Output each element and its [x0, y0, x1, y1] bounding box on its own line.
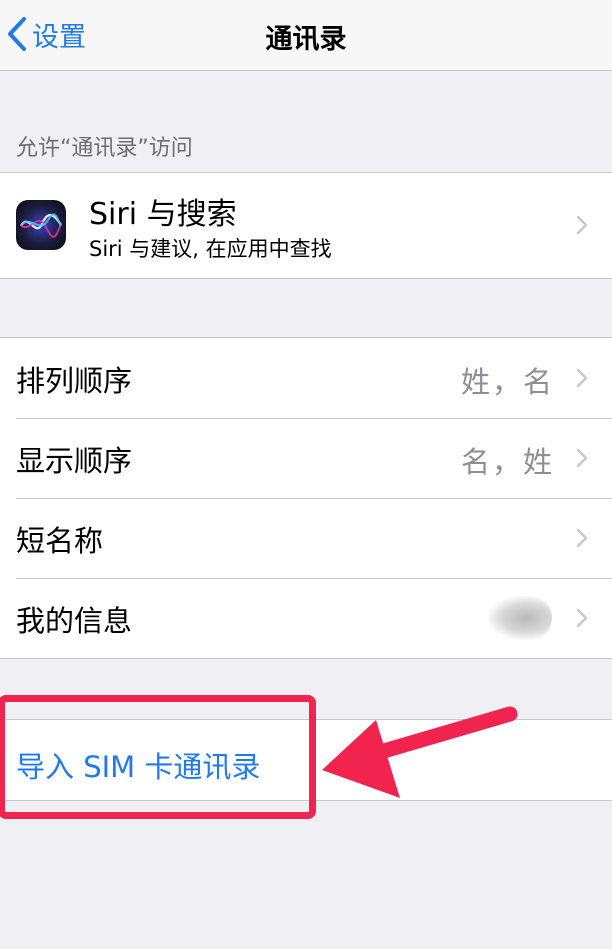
row-value: 姓，名 [460, 365, 554, 399]
chevron-right-icon [576, 448, 588, 468]
row-label: 短名称 [16, 524, 104, 558]
short-name-row[interactable]: 短名称 [0, 498, 612, 578]
row-label: 我的信息 [16, 604, 133, 638]
access-group: Siri 与搜索 Siri 与建议, 在应用中查找 [0, 172, 612, 279]
chevron-right-icon [576, 368, 588, 388]
chevron-right-icon [576, 528, 588, 548]
navigation-bar: 设置 通讯录 [0, 0, 612, 71]
row-value: 名，姓 [460, 445, 554, 479]
row-label: 排列顺序 [16, 364, 133, 398]
row-label: 显示顺序 [16, 444, 133, 478]
siri-icon [16, 200, 66, 250]
siri-search-row[interactable]: Siri 与搜索 Siri 与建议, 在应用中查找 [0, 173, 612, 278]
chevron-right-icon [576, 608, 588, 628]
blurred-avatar [488, 596, 552, 640]
section-header-access: 允许“通讯录”访问 [16, 136, 193, 161]
siri-title: Siri 与搜索 [89, 197, 237, 232]
siri-subtitle: Siri 与建议, 在应用中查找 [89, 237, 332, 261]
my-info-row[interactable]: 我的信息 [0, 578, 612, 658]
page-title: 通讯录 [265, 24, 347, 55]
highlight-box [0, 695, 316, 819]
settings-group: 排列顺序 姓，名 显示顺序 名，姓 短名称 我的信息 [0, 337, 612, 659]
arrow-icon [322, 706, 518, 798]
chevron-right-icon [576, 215, 588, 235]
display-order-row[interactable]: 显示顺序 名，姓 [0, 418, 612, 498]
sort-order-row[interactable]: 排列顺序 姓，名 [0, 338, 612, 418]
